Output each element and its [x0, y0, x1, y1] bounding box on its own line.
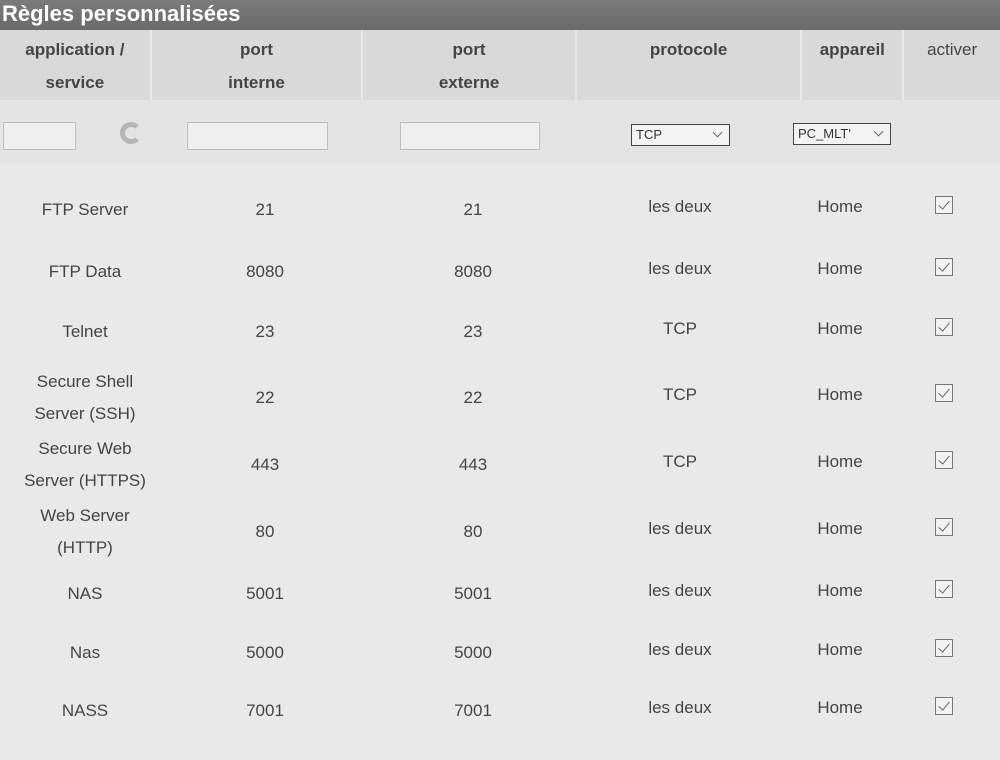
application-input[interactable] — [3, 122, 76, 150]
rule-protocol: les deux — [648, 519, 712, 538]
port-external-input[interactable] — [400, 122, 540, 150]
rule-protocol: TCP — [663, 452, 697, 471]
page-title: Règles personnalisées — [0, 0, 1000, 30]
refresh-icon[interactable] — [120, 122, 142, 144]
rule-port-internal: 80 — [255, 522, 275, 541]
enable-checkbox[interactable] — [935, 697, 953, 715]
rule-application: Nas — [69, 643, 101, 662]
rule-port-internal: 5001 — [246, 584, 284, 603]
rule-port-internal: 21 — [255, 200, 275, 219]
rule-port-external: 443 — [458, 455, 488, 474]
rule-port-external: 5001 — [454, 584, 492, 603]
rule-port-external: 23 — [463, 322, 483, 341]
rule-port-external: 8080 — [454, 262, 492, 281]
rule-application-line2: Server (SSH) — [34, 404, 136, 423]
device-select[interactable]: PC_MLT' — [793, 123, 891, 145]
rule-application: Telnet — [62, 322, 108, 341]
rule-application: FTP Server — [41, 200, 129, 219]
rule-device: Home — [817, 581, 863, 600]
rule-device: Home — [817, 259, 863, 278]
rule-port-internal: 23 — [255, 322, 275, 341]
rule-device: Home — [817, 319, 863, 338]
header-enable: activer — [904, 30, 1000, 100]
rule-device: Home — [817, 385, 863, 404]
rule-port-internal: 8080 — [246, 262, 284, 281]
rule-port-internal: 5000 — [246, 643, 284, 662]
device-select-value: PC_MLT' — [798, 126, 851, 141]
rule-port-internal: 7001 — [246, 701, 284, 720]
enable-checkbox[interactable] — [935, 196, 953, 214]
enable-checkbox[interactable] — [935, 451, 953, 469]
enable-checkbox[interactable] — [935, 639, 953, 657]
rule-application: Secure Shell — [36, 372, 134, 391]
protocol-select-value: TCP — [636, 127, 662, 142]
rule-port-external: 21 — [463, 200, 483, 219]
rule-protocol: les deux — [648, 259, 712, 278]
rule-application: Web Server — [40, 506, 130, 525]
rule-protocol: les deux — [648, 640, 712, 659]
rule-protocol: les deux — [648, 698, 712, 717]
header-port-internal-line2: interne — [228, 73, 285, 92]
header-device: appareil — [802, 30, 903, 100]
rule-protocol: TCP — [663, 319, 697, 338]
header-device-label: appareil — [819, 40, 885, 59]
header-port-external: port externe — [363, 30, 575, 100]
enable-checkbox[interactable] — [935, 580, 953, 598]
header-application: application / service — [0, 30, 150, 100]
chevron-down-icon — [712, 127, 723, 138]
rule-application: FTP Data — [48, 262, 122, 281]
rule-port-external: 80 — [463, 522, 483, 541]
rule-device: Home — [817, 698, 863, 717]
table-row: NAS 5001 5001 les deux Home — [0, 578, 1000, 642]
table-row: FTP Server 21 21 les deux Home — [0, 194, 1000, 258]
enable-checkbox[interactable] — [935, 518, 953, 536]
table-row: FTP Data 8080 8080 les deux Home — [0, 256, 1000, 320]
table-row: Secure Web Server (HTTPS) 443 443 TCP Home — [0, 439, 1000, 505]
table-row: Web Server (HTTP) 80 80 les deux Home — [0, 506, 1000, 572]
rule-application: Secure Web — [38, 439, 132, 458]
rule-application: NAS — [67, 584, 103, 603]
header-port-external-line2: externe — [438, 73, 500, 92]
header-enable-label: activer — [927, 40, 978, 59]
enable-checkbox[interactable] — [935, 318, 953, 336]
header-application-line1: application / — [25, 40, 125, 59]
rule-device: Home — [817, 640, 863, 659]
rule-device: Home — [817, 519, 863, 538]
rule-protocol: les deux — [648, 581, 712, 600]
enable-checkbox[interactable] — [935, 384, 953, 402]
rule-application-line2: Server (HTTPS) — [24, 471, 146, 490]
port-internal-input[interactable] — [187, 122, 328, 150]
rule-application: NASS — [61, 701, 109, 720]
rule-port-internal: 443 — [250, 455, 280, 474]
header-protocol: protocole — [576, 30, 801, 100]
header-protocol-label: protocole — [649, 40, 728, 59]
header-port-internal: port interne — [151, 30, 362, 100]
chevron-down-icon — [873, 126, 884, 137]
header-port-internal-line1: port — [239, 40, 274, 59]
protocol-select[interactable]: TCP — [631, 124, 730, 146]
new-rule-row: TCP PC_MLT' — [0, 100, 1000, 166]
table-header: application / service port interne port … — [0, 30, 1000, 100]
header-application-line2: service — [45, 73, 105, 92]
table-row: NASS 7001 7001 les deux Home — [0, 695, 1000, 759]
rule-protocol: les deux — [648, 197, 712, 216]
rule-protocol: TCP — [663, 385, 697, 404]
rule-application-line2: (HTTP) — [57, 538, 113, 557]
rule-port-external: 22 — [463, 388, 483, 407]
header-port-external-line1: port — [452, 40, 486, 59]
rule-port-external: 5000 — [454, 643, 492, 662]
enable-checkbox[interactable] — [935, 258, 953, 276]
rule-device: Home — [817, 452, 863, 471]
rule-device: Home — [817, 197, 863, 216]
table-row: Secure Shell Server (SSH) 22 22 TCP Home — [0, 372, 1000, 438]
rule-port-internal: 22 — [255, 388, 275, 407]
rule-port-external: 7001 — [454, 701, 492, 720]
